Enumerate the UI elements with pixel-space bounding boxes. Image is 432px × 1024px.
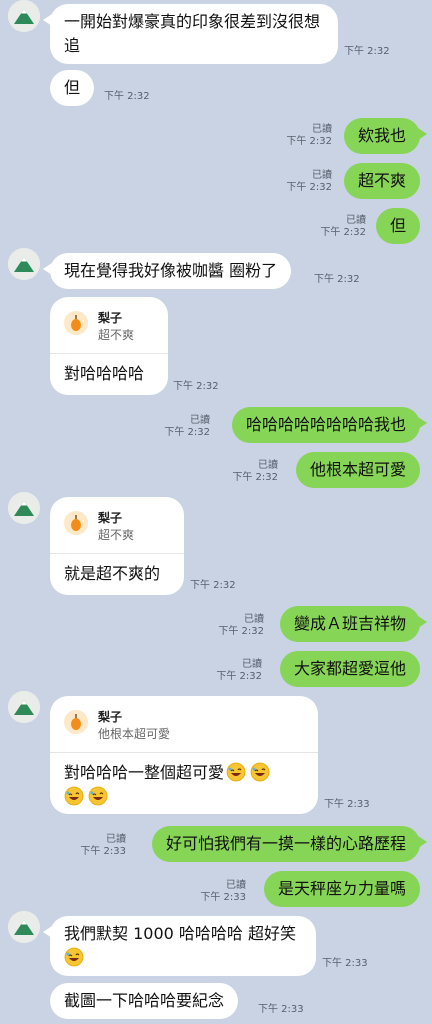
message-bubble-outgoing[interactable]: 大家都超愛逗他 (279, 651, 420, 687)
message-text: 就是超不爽的 (64, 564, 161, 583)
message-text: 他根本超可愛 (309, 460, 406, 479)
pear-icon (64, 311, 88, 335)
reply-quote-header[interactable]: 梨子 超不爽 (50, 297, 168, 354)
read-receipt: 已讀 (346, 215, 366, 226)
message-time: 下午 2:33 (200, 892, 246, 903)
reply-quote-header[interactable]: 梨子 他根本超可愛 (50, 696, 318, 753)
chat-thread: 一開始對爆豪真的印象很差到沒很想追 下午 2:32 但 下午 2:32 已讀 下午… (0, 0, 432, 1024)
reply-quoted-text: 超不爽 (98, 528, 135, 542)
message-meta: 已讀 下午 2:32 (216, 659, 262, 683)
message-time: 下午 2:32 (314, 274, 360, 285)
message-content: 對哈哈哈一整個超可愛 (50, 753, 318, 814)
mountain-avatar-icon (8, 248, 40, 280)
message-time: 下午 2:32 (286, 182, 332, 193)
mountain-avatar-icon (8, 691, 40, 723)
message-meta: 已讀 下午 2:33 (200, 880, 246, 904)
message-bubble-outgoing[interactable]: 是天秤座ㄉ力量嗎 (263, 871, 420, 907)
rofl-emoji-icon (250, 762, 270, 782)
message-time: 下午 2:33 (324, 799, 370, 810)
message-text: 對哈哈哈哈 (64, 364, 145, 383)
reply-quoted-text: 他根本超可愛 (98, 727, 171, 741)
message-text: 是天秤座ㄉ力量嗎 (277, 879, 406, 898)
message-time: 下午 2:32 (104, 91, 150, 102)
contact-avatar[interactable] (8, 492, 40, 524)
mountain-avatar-icon (8, 911, 40, 943)
message-time: 下午 2:32 (218, 626, 264, 637)
contact-avatar[interactable] (8, 691, 40, 723)
reply-quote-header[interactable]: 梨子 超不爽 (50, 497, 184, 554)
message-text: 現在覺得我好像被咖醬 圈粉了 (64, 261, 278, 280)
message-meta: 已讀 下午 2:32 (218, 614, 264, 638)
mountain-avatar-icon (8, 0, 40, 32)
read-receipt: 已讀 (226, 880, 246, 891)
read-receipt: 已讀 (312, 170, 332, 181)
message-time: 下午 2:32 (344, 46, 390, 57)
message-meta: 已讀 下午 2:32 (320, 215, 366, 239)
pear-icon (64, 710, 88, 734)
message-time: 下午 2:33 (80, 846, 126, 857)
pear-icon (64, 511, 88, 535)
message-text: 對哈哈哈一整個超可愛 (64, 763, 225, 782)
message-bubble-outgoing[interactable]: 好可怕我們有一摸一樣的心路歷程 (151, 826, 428, 862)
reply-quoted-text: 超不爽 (98, 328, 135, 342)
contact-avatar[interactable] (8, 248, 40, 280)
message-text: 但 (389, 216, 406, 235)
message-meta: 已讀 下午 2:32 (232, 460, 278, 484)
rofl-emoji-icon (226, 762, 246, 782)
message-meta: 已讀 下午 2:32 (286, 124, 332, 148)
message-time: 下午 2:32 (286, 136, 332, 147)
message-text: 好可怕我們有一摸一樣的心路歷程 (165, 834, 406, 853)
message-bubble-outgoing[interactable]: 但 (375, 208, 420, 244)
reply-message-card[interactable]: 梨子 超不爽 就是超不爽的 (50, 497, 184, 595)
message-bubble-incoming[interactable]: 一開始對爆豪真的印象很差到沒很想追 (43, 4, 338, 64)
read-receipt: 已讀 (106, 834, 126, 845)
read-receipt: 已讀 (312, 124, 332, 135)
reply-message-card[interactable]: 梨子 超不爽 對哈哈哈哈 (50, 297, 168, 395)
reply-sender-name: 梨子 (98, 311, 123, 325)
rofl-emoji-icon (64, 786, 84, 806)
read-receipt: 已讀 (258, 460, 278, 471)
message-bubble-outgoing[interactable]: 他根本超可愛 (295, 452, 420, 488)
message-time: 下午 2:32 (216, 671, 262, 682)
reply-sender-name: 梨子 (98, 710, 123, 724)
message-text: 一開始對爆豪真的印象很差到沒很想追 (64, 12, 321, 55)
message-text: 欸我也 (357, 126, 406, 145)
message-time: 下午 2:32 (320, 227, 366, 238)
message-meta: 已讀 下午 2:32 (286, 170, 332, 194)
message-bubble-incoming[interactable]: 我們默契 1000 哈哈哈哈 超好笑 (43, 916, 316, 976)
reply-message-card[interactable]: 梨子 他根本超可愛 對哈哈哈一整個超可愛 (50, 696, 318, 814)
message-text: 大家都超愛逗他 (293, 659, 406, 678)
message-time: 下午 2:32 (232, 472, 278, 483)
mountain-avatar-icon (8, 492, 40, 524)
message-text: 超不爽 (357, 171, 406, 190)
read-receipt: 已讀 (244, 614, 264, 625)
read-receipt: 已讀 (190, 415, 210, 426)
message-time: 下午 2:33 (322, 958, 368, 969)
message-bubble-incoming[interactable]: 截圖一下哈哈哈要紀念 (50, 983, 239, 1019)
message-bubble-incoming[interactable]: 但 (50, 70, 95, 106)
message-text: 哈哈哈哈哈哈哈哈我也 (245, 415, 406, 434)
message-bubble-outgoing[interactable]: 變成Ａ班吉祥物 (279, 606, 428, 642)
message-meta: 已讀 下午 2:32 (164, 415, 210, 439)
message-text: 截圖一下哈哈哈要紀念 (64, 991, 225, 1010)
message-time: 下午 2:33 (258, 1004, 304, 1015)
message-text: 但 (64, 78, 81, 97)
message-bubble-outgoing[interactable]: 欸我也 (343, 118, 428, 154)
reply-sender-name: 梨子 (98, 511, 123, 525)
message-meta: 已讀 下午 2:33 (80, 834, 126, 858)
message-text: 變成Ａ班吉祥物 (293, 614, 406, 633)
message-time: 下午 2:32 (190, 580, 236, 591)
rofl-emoji-icon (88, 786, 108, 806)
rofl-emoji-icon (64, 947, 84, 967)
contact-avatar[interactable] (8, 0, 40, 32)
contact-avatar[interactable] (8, 911, 40, 943)
message-time: 下午 2:32 (164, 427, 210, 438)
message-bubble-outgoing[interactable]: 哈哈哈哈哈哈哈哈我也 (231, 407, 428, 443)
read-receipt: 已讀 (242, 659, 262, 670)
message-bubble-incoming[interactable]: 現在覺得我好像被咖醬 圈粉了 (42, 253, 292, 289)
message-time: 下午 2:32 (173, 381, 219, 392)
message-bubble-outgoing[interactable]: 超不爽 (343, 163, 420, 199)
message-text: 我們默契 1000 哈哈哈哈 超好笑 (64, 924, 296, 943)
